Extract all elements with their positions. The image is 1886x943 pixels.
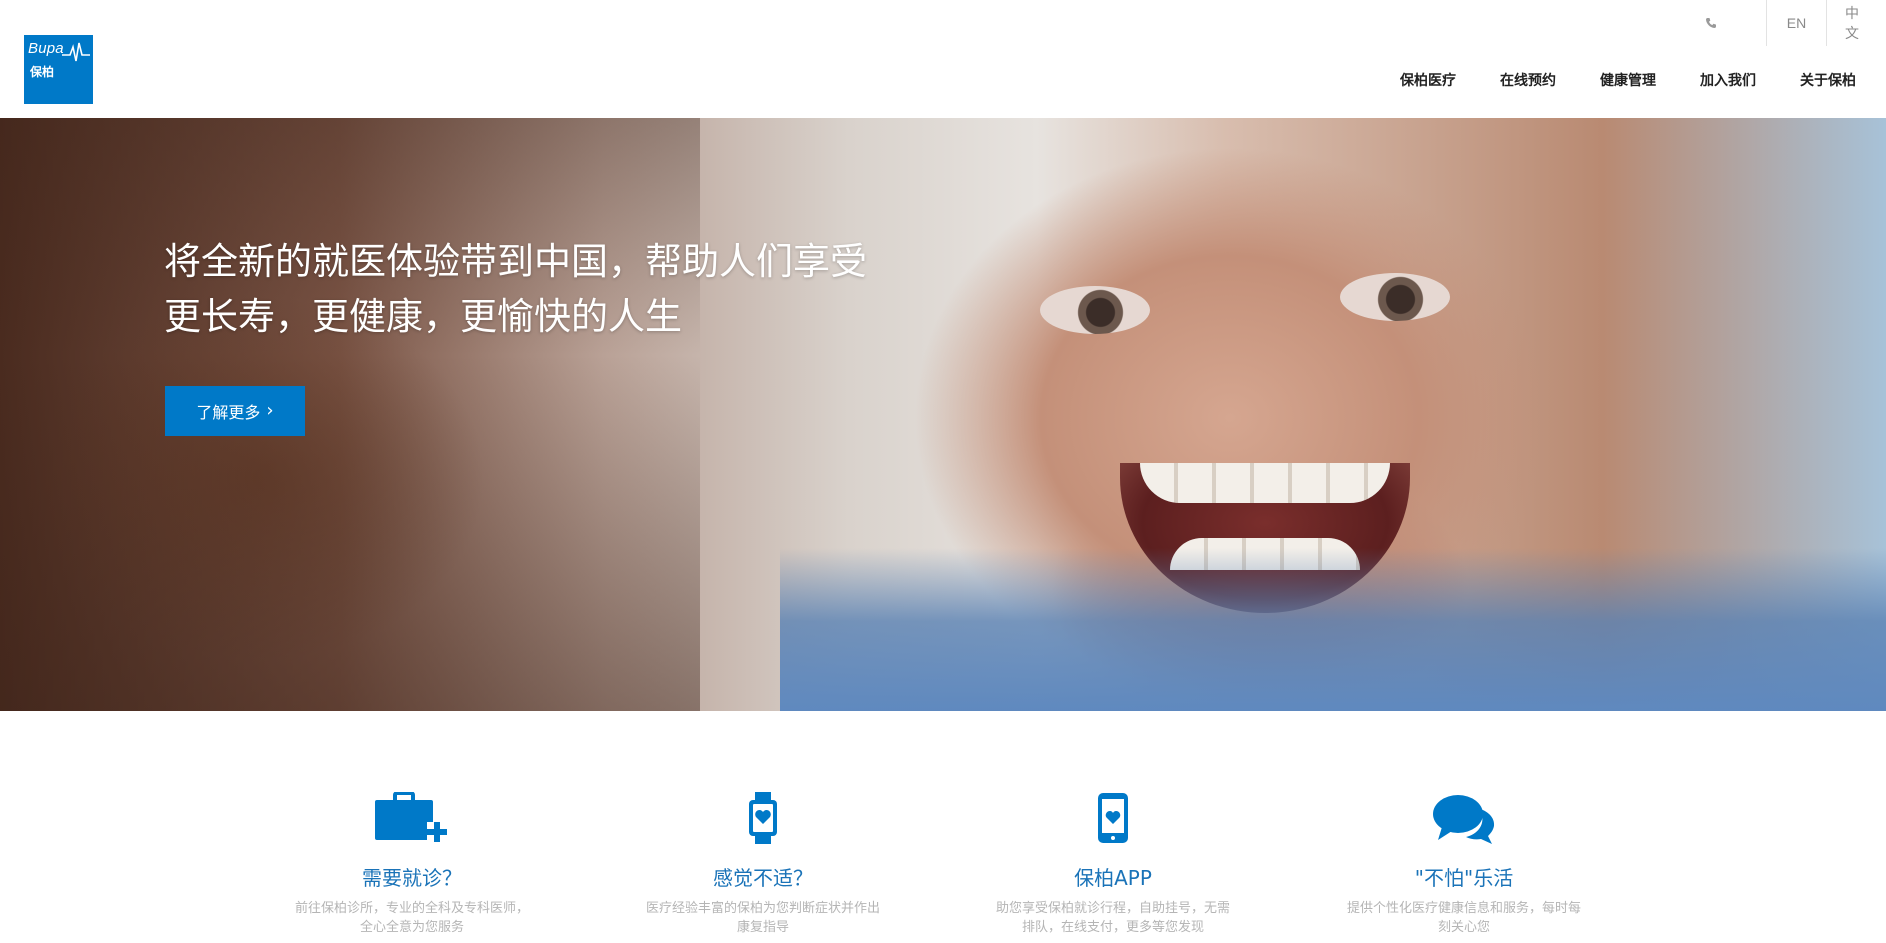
phone-heart-icon: [1098, 793, 1128, 843]
hero-headline: 将全新的就医体验带到中国，帮助人们享受 更长寿，更健康，更愉快的人生: [164, 234, 867, 344]
logo-brand-cn: 保柏: [30, 65, 55, 79]
service-description: 助您享受保柏就诊行程，自助挂号，无需排队，在线支付，更多等您发现: [995, 901, 1230, 935]
smartwatch-heart-icon: [749, 792, 777, 844]
nav-item-online-booking[interactable]: 在线预约: [1500, 70, 1556, 90]
learn-more-button[interactable]: 了解更多 ›: [165, 386, 305, 436]
service-description: 前往保柏诊所，专业的全科及专科医师，全心全意为您服务: [294, 901, 529, 935]
hero-headline-line: 将全新的就医体验带到中国，帮助人们享受: [164, 240, 867, 283]
medical-kit-icon: [375, 792, 447, 842]
lang-en-link[interactable]: EN: [1766, 0, 1826, 46]
main-nav: 保柏医疗 在线预约 健康管理 加入我们 关于保柏: [1356, 70, 1856, 90]
chevron-right-icon: ›: [266, 400, 274, 421]
nav-item-about-bupa[interactable]: 关于保柏: [1800, 70, 1856, 90]
learn-more-label: 了解更多: [196, 403, 261, 422]
service-description: 医疗经验丰富的保柏为您判断症状并作出康复指导: [645, 901, 880, 935]
phone-button[interactable]: [1656, 0, 1766, 46]
nav-item-join-us[interactable]: 加入我们: [1700, 70, 1756, 90]
service-title: 保柏APP: [1074, 866, 1152, 890]
logo-brand-text: Bupa: [28, 40, 64, 57]
bupa-logo[interactable]: Bupa 保柏: [24, 35, 93, 104]
service-title: 需要就诊？: [362, 866, 462, 890]
hero-banner: 将全新的就医体验带到中国，帮助人们享受 更长寿，更健康，更愉快的人生 了解更多 …: [0, 118, 1886, 711]
hero-photo-teeth: [1140, 463, 1390, 503]
nav-item-bupa-medical[interactable]: 保柏医疗: [1400, 70, 1456, 90]
service-description: 提供个性化医疗健康信息和服务，每时每刻关心您: [1346, 901, 1581, 935]
service-title: 感觉不适？: [713, 866, 813, 890]
phone-icon: [1706, 18, 1716, 28]
hero-headline-line: 更长寿，更健康，更愉快的人生: [164, 295, 682, 338]
heartbeat-icon: [62, 42, 90, 62]
nav-item-health-management[interactable]: 健康管理: [1600, 70, 1656, 90]
utility-bar: EN 中文: [1656, 0, 1886, 46]
service-card-lohas[interactable]: "不怕"乐活 提供个性化医疗健康信息和服务，每时每刻关心您: [1334, 784, 1594, 937]
hero-photo-eye: [1340, 273, 1450, 321]
services-section: 需要就诊？ 前往保柏诊所，专业的全科及专科医师，全心全意为您服务 感觉不适？ 医…: [0, 711, 1886, 943]
chat-bubbles-icon: [1433, 795, 1495, 844]
hero-background-blur: [0, 118, 700, 711]
service-title: "不怕"乐活: [1414, 866, 1514, 890]
hero-photo-shirt: [780, 548, 1886, 711]
lang-cn-link[interactable]: 中文: [1826, 0, 1886, 46]
service-card-app[interactable]: 保柏APP 助您享受保柏就诊行程，自助挂号，无需排队，在线支付，更多等您发现: [983, 784, 1243, 937]
hero-photo-eye: [1040, 286, 1150, 334]
site-header: Bupa 保柏 EN 中文 保柏医疗 在线预约 健康管理 加入我们 关于保柏: [0, 0, 1886, 118]
service-card-unwell[interactable]: 感觉不适？ 医疗经验丰富的保柏为您判断症状并作出康复指导: [633, 784, 893, 937]
service-card-visit[interactable]: 需要就诊？ 前往保柏诊所，专业的全科及专科医师，全心全意为您服务: [282, 784, 542, 937]
